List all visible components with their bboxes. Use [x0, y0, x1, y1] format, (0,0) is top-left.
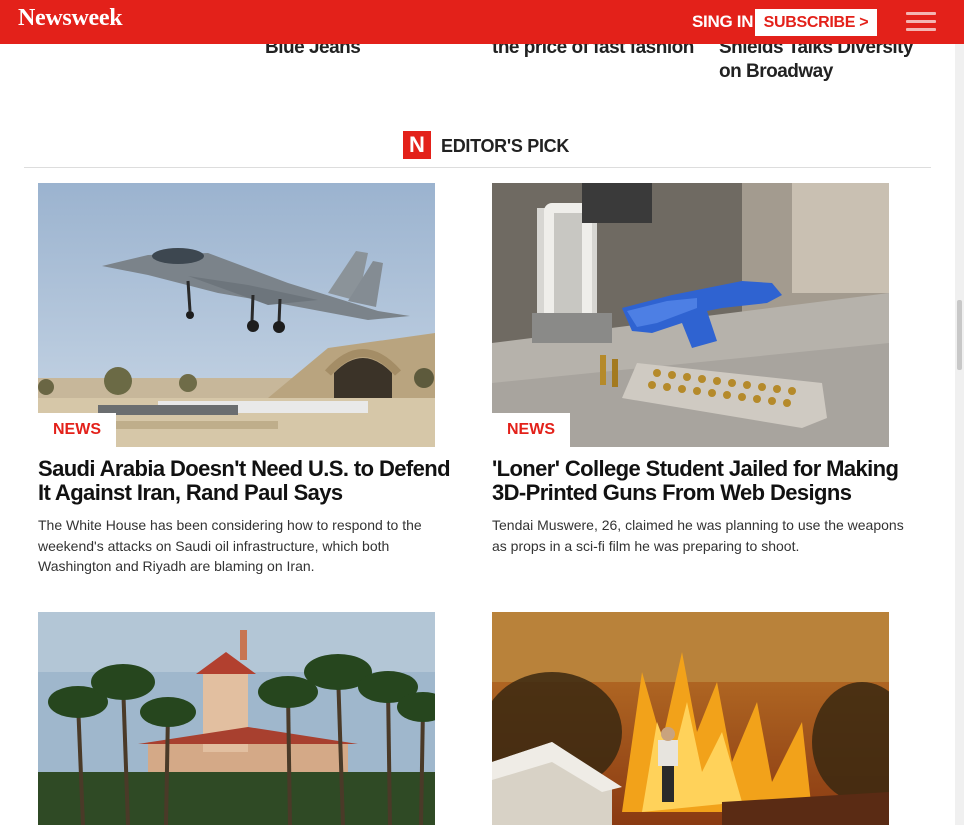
site-header: Newsweek SING IN SUBSCRIBE >	[0, 0, 964, 44]
article-headline[interactable]: 'Loner' College Student Jailed for Makin…	[492, 457, 912, 505]
category-badge[interactable]: NEWS	[492, 413, 570, 447]
scrollbar-track[interactable]	[955, 44, 964, 825]
mar-a-lago-photo[interactable]	[38, 612, 435, 825]
article-summary: The White House has been considering how…	[38, 517, 422, 574]
fighter-jet-photo[interactable]: NEWS	[38, 183, 435, 447]
article-card[interactable]	[492, 612, 912, 825]
divider	[24, 167, 931, 168]
hamburger-icon[interactable]	[906, 12, 936, 32]
article-card[interactable]: NEWS 'Loner' College Student Jailed for …	[492, 183, 912, 556]
3d-printed-gun-photo[interactable]: NEWS	[492, 183, 889, 447]
newsweek-logo[interactable]: Newsweek	[18, 5, 123, 32]
scrollbar-thumb[interactable]	[957, 300, 962, 370]
subscribe-button[interactable]: SUBSCRIBE >	[755, 9, 877, 36]
category-badge[interactable]: NEWS	[38, 413, 116, 447]
article-card[interactable]: NEWS Saudi Arabia Doesn't Need U.S. to D…	[38, 183, 458, 577]
section-title: EDITOR'S PICK	[441, 136, 570, 156]
article-card[interactable]	[38, 612, 458, 825]
wildfire-photo[interactable]	[492, 612, 889, 825]
article-headline[interactable]: Saudi Arabia Doesn't Need U.S. to Defend…	[38, 457, 458, 505]
sign-in-link[interactable]: SING IN	[692, 12, 753, 32]
newsweek-n-icon: N	[403, 131, 431, 159]
article-summary: Tendai Muswere, 26, claimed he was plann…	[492, 517, 904, 554]
